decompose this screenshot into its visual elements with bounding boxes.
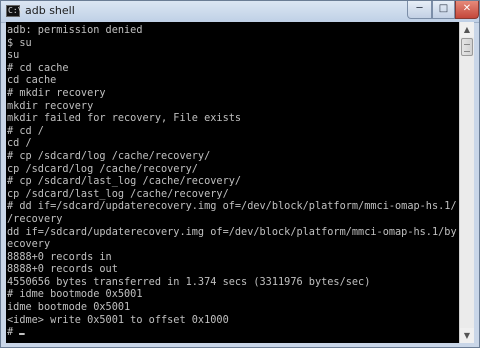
console-line: # cd / xyxy=(7,123,44,137)
console-line: # cd cache xyxy=(7,60,69,74)
text-cursor xyxy=(19,333,25,336)
console-line: adb: permission denied xyxy=(7,23,143,36)
console-window: C:\ adb shell ─ □ ✕ adb: permission deni… xyxy=(0,0,480,348)
scrollbar-thumb[interactable] xyxy=(461,38,473,56)
console-line: su xyxy=(7,48,20,62)
window-title: adb shell xyxy=(25,4,75,17)
maximize-button[interactable]: □ xyxy=(432,1,455,19)
console-line: # dd if=/sdcard/updaterecovery.img of=/d… xyxy=(7,199,457,213)
console-output[interactable]: adb: permission denied $ su su # cd cache cd… xyxy=(6,22,457,343)
console-line: <idme> write 0x5001 to offset 0x1000 xyxy=(7,312,229,326)
scroll-down-arrow-icon[interactable]: ▼ xyxy=(460,328,474,343)
scroll-up-arrow-icon[interactable]: ▲ xyxy=(460,22,474,37)
minimize-button[interactable]: ─ xyxy=(407,1,432,19)
console-line: # xyxy=(7,326,426,339)
console-icon[interactable]: C:\ xyxy=(6,5,23,17)
console-line: $ su xyxy=(7,35,32,49)
console-line: dd if=/sdcard/updaterecovery.img of=/dev… xyxy=(7,224,457,238)
console-icon-glyph: C:\ xyxy=(8,6,23,15)
console-area[interactable]: adb: permission denied $ su su # cd cache cd… xyxy=(6,22,474,343)
console-line: mkdir failed for recovery, File exists xyxy=(7,111,242,125)
vertical-scrollbar[interactable]: ▲ ▼ xyxy=(459,22,474,343)
close-button[interactable]: ✕ xyxy=(455,1,479,19)
title-bar[interactable]: C:\ adb shell ─ □ ✕ xyxy=(1,1,479,23)
